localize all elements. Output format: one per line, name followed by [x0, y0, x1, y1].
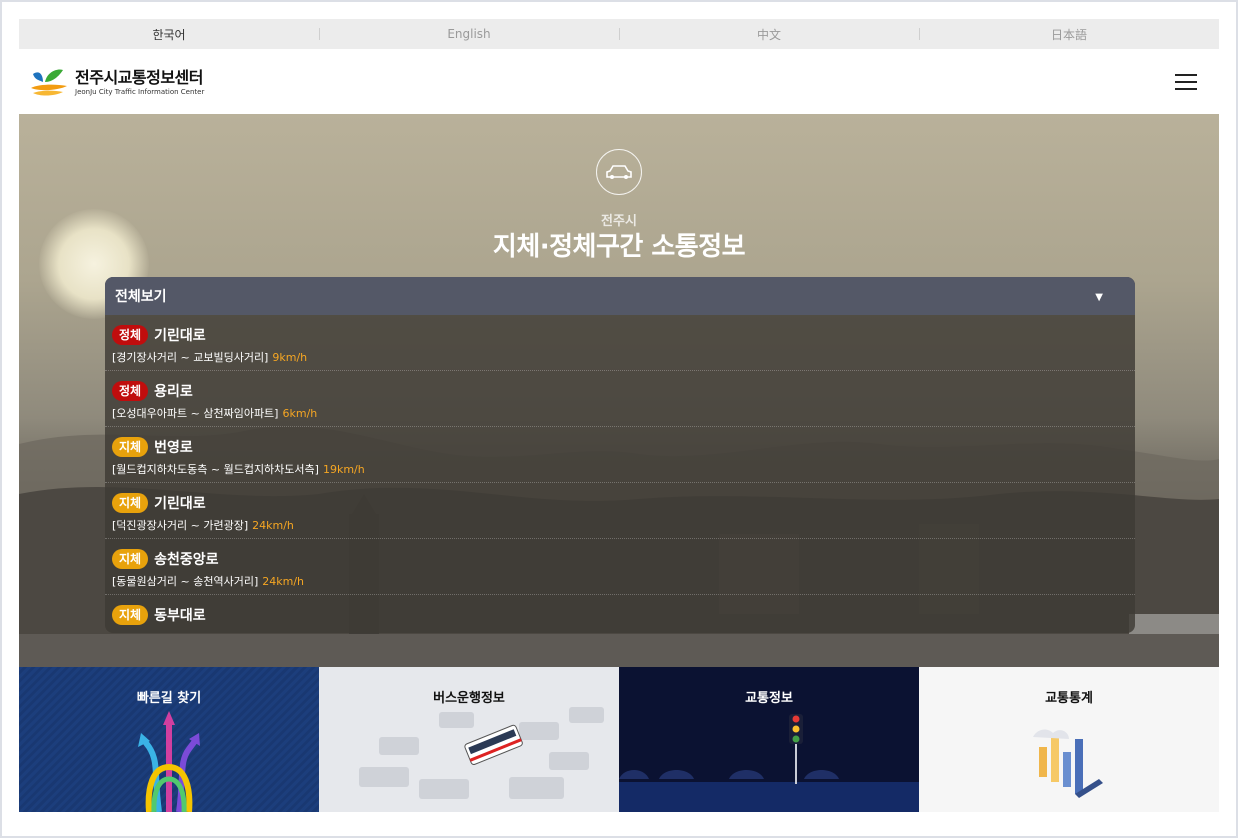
road-name: 기린대로	[154, 496, 206, 512]
traffic-panel: 전체보기 ▼ 정체 기린대로 [경기장사거리 ~ 교보빌딩사거리] 9km/h 정…	[105, 277, 1135, 633]
quick-menu-tiles: 빠른길 찾기 버스운행정보 교통정보 교통통계	[19, 667, 1219, 812]
tile-bus-info[interactable]: 버스운행정보	[319, 667, 619, 812]
lang-english[interactable]: English	[319, 19, 619, 49]
road-name: 용리로	[154, 384, 193, 400]
traffic-item[interactable]: 지체 기린대로 [덕진광장사거리 ~ 가련광장] 24km/h	[105, 483, 1135, 539]
status-badge: 지체	[112, 605, 149, 625]
traffic-item[interactable]: 정체 용리로 [오성대우아파트 ~ 삼천짜임아파트] 6km/h	[105, 371, 1135, 427]
page-frame: 한국어 English 中文 日本語 전주시교통정보센터 JeonJu City…	[2, 2, 1236, 836]
road-section: [경기장사거리 ~ 교보빌딩사거리]	[112, 351, 269, 364]
road-speed: 24km/h	[262, 575, 304, 588]
road-name: 송천중앙로	[154, 552, 219, 568]
road-speed: 6km/h	[282, 407, 318, 420]
traffic-item[interactable]: 지체 송천중앙로 [동물원삼거리 ~ 송천역사거리] 24km/h	[105, 539, 1135, 595]
status-badge: 지체	[112, 493, 149, 513]
site-header: 전주시교통정보센터 JeonJu City Traffic Informatio…	[19, 50, 1219, 114]
statistics-bars-icon	[1033, 729, 1103, 798]
route-arrows-icon	[138, 711, 200, 812]
traffic-item[interactable]: 정체 기린대로 [경기장사거리 ~ 교보빌딩사거리] 9km/h	[105, 315, 1135, 371]
status-badge: 정체	[112, 381, 149, 401]
road-speed: 24km/h	[252, 519, 294, 532]
traffic-list: 정체 기린대로 [경기장사거리 ~ 교보빌딩사거리] 9km/h 정체 용리로 […	[105, 315, 1135, 633]
status-badge: 정체	[112, 325, 149, 345]
road-section: [오성대우아파트 ~ 삼천짜임아파트]	[112, 407, 279, 420]
hero-title: 지체·정체구간 소통정보	[492, 232, 746, 262]
logo-subtitle: JeonJu City Traffic Information Center	[75, 88, 205, 96]
site-logo[interactable]: 전주시교통정보센터 JeonJu City Traffic Informatio…	[29, 66, 204, 100]
road-name: 번영로	[154, 440, 193, 456]
tile-traffic-info[interactable]: 교통정보	[619, 667, 919, 812]
hamburger-menu-icon[interactable]	[1175, 74, 1197, 92]
road-name: 기린대로	[154, 328, 206, 344]
language-bar: 한국어 English 中文 日本語	[19, 19, 1219, 49]
car-icon	[596, 149, 642, 195]
road-section: [동물원삼거리 ~ 송천역사거리]	[112, 575, 259, 588]
view-all-dropdown[interactable]: 전체보기 ▼	[105, 277, 1135, 315]
status-badge: 지체	[112, 437, 149, 457]
lang-korean[interactable]: 한국어	[19, 19, 319, 49]
road-section: [덕진광장사거리 ~ 가련광장]	[112, 519, 249, 532]
tile-traffic-stats[interactable]: 교통통계	[919, 667, 1219, 812]
status-badge: 지체	[112, 549, 149, 569]
traffic-item[interactable]: 지체 동부대로	[105, 595, 1135, 633]
road-name: 동부대로	[154, 608, 206, 624]
bus-icon	[359, 707, 604, 799]
logo-emblem-icon	[31, 69, 67, 96]
dropdown-label: 전체보기	[115, 289, 167, 305]
traffic-item[interactable]: 지체 번영로 [월드컵지하차도동측 ~ 월드컵지하차도서측] 19km/h	[105, 427, 1135, 483]
traffic-hero: 전주시 지체·정체구간 소통정보 전체보기 ▼ 정체 기린대로 [경기장사거리 …	[19, 114, 1219, 667]
road-speed: 19km/h	[322, 463, 365, 476]
traffic-light-icon	[619, 714, 919, 812]
lang-chinese[interactable]: 中文	[619, 19, 919, 49]
tile-fast-route[interactable]: 빠른길 찾기	[19, 667, 319, 812]
road-section: [월드컵지하차도동측 ~ 월드컵지하차도서측]	[112, 463, 319, 476]
road-speed: 9km/h	[272, 351, 308, 364]
caret-down-icon: ▼	[1095, 292, 1103, 303]
logo-title: 전주시교통정보센터	[75, 68, 203, 87]
lang-japanese[interactable]: 日本語	[919, 19, 1219, 49]
